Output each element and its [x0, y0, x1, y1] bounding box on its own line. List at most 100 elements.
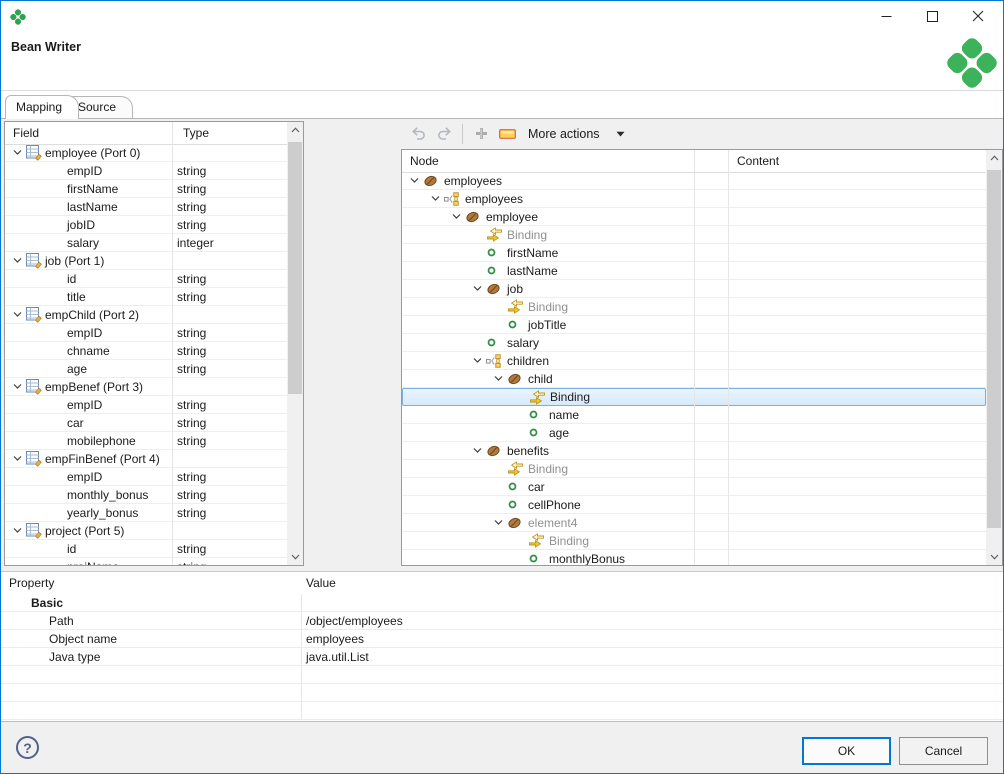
scroll-up-icon[interactable]	[986, 150, 1002, 166]
chevron-expanded-icon[interactable]	[450, 210, 465, 223]
node-row[interactable]: benefits	[402, 442, 986, 460]
chevron-expanded-icon[interactable]	[11, 308, 26, 321]
chevron-expanded-icon[interactable]	[11, 380, 26, 393]
scroll-up-icon[interactable]	[287, 122, 303, 138]
chevron-expanded-icon[interactable]	[492, 372, 507, 385]
node-row[interactable]: children	[402, 352, 986, 370]
property-row[interactable]: Object nameemployees	[1, 630, 1003, 648]
port-row[interactable]: job (Port 1)	[5, 252, 287, 270]
more-actions-button[interactable]: More actions	[528, 127, 625, 141]
node-row[interactable]: child	[402, 370, 986, 388]
node-scrollbar[interactable]	[986, 150, 1002, 565]
mapping-toolbar: More actions	[405, 120, 625, 147]
redo-button[interactable]	[431, 122, 457, 146]
node-row[interactable]: employees	[402, 190, 986, 208]
field-row[interactable]: empIDstring	[5, 396, 287, 414]
chevron-expanded-icon[interactable]	[471, 444, 486, 457]
field-label: mobilephone	[67, 434, 136, 448]
fields-scrollbar[interactable]	[287, 122, 303, 565]
chevron-expanded-icon[interactable]	[11, 524, 26, 537]
port-label: empChild (Port 2)	[45, 308, 139, 322]
chevron-expanded-icon[interactable]	[408, 174, 423, 187]
port-row[interactable]: empFinBenef (Port 4)	[5, 450, 287, 468]
node-row[interactable]: Binding	[402, 460, 986, 478]
field-type: integer	[177, 236, 214, 250]
property-row[interactable]: Basic	[1, 594, 1003, 612]
chevron-expanded-icon[interactable]	[429, 192, 444, 205]
column-header-type: Type	[183, 126, 209, 140]
field-row[interactable]: jobIDstring	[5, 216, 287, 234]
list-icon	[486, 354, 505, 368]
node-row[interactable]: employees	[402, 172, 986, 190]
field-row[interactable]: idstring	[5, 270, 287, 288]
property-row[interactable]	[1, 684, 1003, 702]
property-icon	[507, 319, 526, 330]
node-row[interactable]: Binding	[402, 388, 986, 406]
node-row[interactable]: lastName	[402, 262, 986, 280]
chevron-expanded-icon[interactable]	[471, 354, 486, 367]
remove-button[interactable]	[494, 122, 520, 146]
field-row[interactable]: chnamestring	[5, 342, 287, 360]
field-row[interactable]: idstring	[5, 540, 287, 558]
scroll-down-icon[interactable]	[287, 549, 303, 565]
chevron-expanded-icon[interactable]	[11, 254, 26, 267]
property-row[interactable]: Java typejava.util.List	[1, 648, 1003, 666]
node-row[interactable]: element4	[402, 514, 986, 532]
tab-mapping[interactable]: Mapping	[5, 95, 79, 119]
field-row[interactable]: mobilephonestring	[5, 432, 287, 450]
scroll-down-icon[interactable]	[986, 549, 1002, 565]
field-row[interactable]: titlestring	[5, 288, 287, 306]
clover-app-icon	[9, 8, 27, 26]
field-row[interactable]: carstring	[5, 414, 287, 432]
node-row[interactable]: name	[402, 406, 986, 424]
undo-button[interactable]	[405, 122, 431, 146]
field-row[interactable]: empIDstring	[5, 468, 287, 486]
field-row[interactable]: empIDstring	[5, 162, 287, 180]
node-row[interactable]: salary	[402, 334, 986, 352]
port-row[interactable]: empChild (Port 2)	[5, 306, 287, 324]
port-row[interactable]: empBenef (Port 3)	[5, 378, 287, 396]
port-row[interactable]: project (Port 5)	[5, 522, 287, 540]
chevron-expanded-icon[interactable]	[492, 516, 507, 529]
add-button[interactable]	[468, 122, 494, 146]
property-row[interactable]	[1, 666, 1003, 684]
chevron-expanded-icon[interactable]	[11, 452, 26, 465]
ok-button[interactable]: OK	[802, 737, 891, 765]
node-row[interactable]: Binding	[402, 226, 986, 244]
field-row[interactable]: empIDstring	[5, 324, 287, 342]
node-scrollbar-thumb[interactable]	[987, 170, 1001, 528]
minimize-button[interactable]	[863, 1, 909, 31]
chevron-expanded-icon[interactable]	[471, 282, 486, 295]
port-row[interactable]: employee (Port 0)	[5, 144, 287, 162]
node-row[interactable]: Binding	[402, 532, 986, 550]
node-row[interactable]: monthlyBonus	[402, 550, 986, 565]
field-row[interactable]: lastNamestring	[5, 198, 287, 216]
node-row[interactable]: Binding	[402, 298, 986, 316]
maximize-button[interactable]	[909, 1, 955, 31]
field-row[interactable]: yearly_bonusstring	[5, 504, 287, 522]
field-row[interactable]: salaryinteger	[5, 234, 287, 252]
node-row[interactable]: employee	[402, 208, 986, 226]
binding-icon	[486, 227, 505, 242]
node-label: employee	[486, 210, 538, 224]
field-row[interactable]: monthly_bonusstring	[5, 486, 287, 504]
node-row[interactable]: age	[402, 424, 986, 442]
chevron-expanded-icon[interactable]	[11, 146, 26, 159]
node-row[interactable]: cellPhone	[402, 496, 986, 514]
node-row[interactable]: car	[402, 478, 986, 496]
field-row[interactable]: firstNamestring	[5, 180, 287, 198]
node-row[interactable]: job	[402, 280, 986, 298]
close-button[interactable]	[955, 1, 1001, 31]
cancel-button[interactable]: Cancel	[899, 737, 988, 765]
property-label: Basic	[31, 596, 63, 610]
bean-icon	[507, 516, 526, 530]
node-row[interactable]: firstName	[402, 244, 986, 262]
help-button[interactable]: ?	[16, 736, 39, 759]
property-row[interactable]	[1, 702, 1003, 720]
property-row[interactable]: Path/object/employees	[1, 612, 1003, 630]
node-row[interactable]: jobTitle	[402, 316, 986, 334]
field-row[interactable]: projNamestring	[5, 558, 287, 565]
field-row[interactable]: agestring	[5, 360, 287, 378]
field-type: string	[177, 290, 206, 304]
fields-scrollbar-thumb[interactable]	[288, 142, 302, 394]
